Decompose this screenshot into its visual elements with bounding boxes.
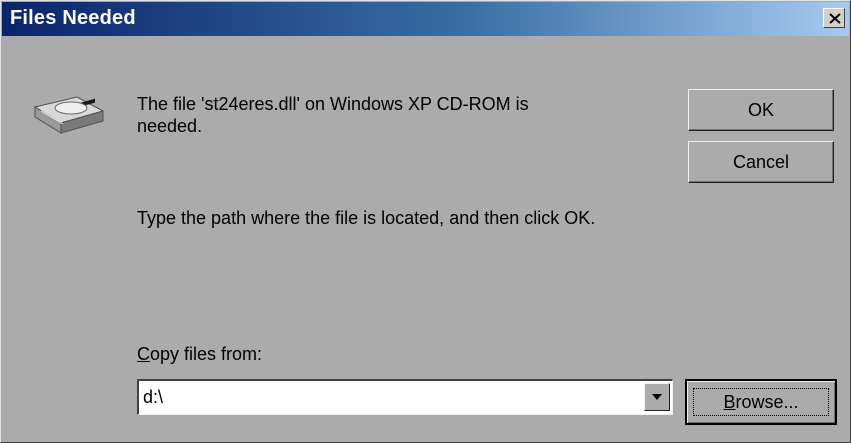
browse-focus-rect: Browse... xyxy=(693,388,829,416)
ok-button[interactable]: OK xyxy=(688,89,834,131)
close-button[interactable] xyxy=(823,8,845,28)
chevron-down-icon xyxy=(652,394,662,400)
cd-drive-icon xyxy=(33,96,105,134)
copy-label-rest: opy files from: xyxy=(150,344,263,364)
browse-label-rest: rowse... xyxy=(735,392,799,412)
browse-button[interactable]: Browse... xyxy=(685,379,837,425)
window-title: Files Needed xyxy=(10,7,136,29)
missing-file-message: The file 'st24eres.dll' on Windows XP CD… xyxy=(137,94,529,136)
copy-from-combobox[interactable]: d:\ xyxy=(137,379,673,415)
instruction-message: Type the path where the file is located,… xyxy=(137,208,596,228)
files-needed-dialog: Files Needed The file 'st24eres.dll' on … xyxy=(0,0,851,443)
copy-from-input[interactable]: d:\ xyxy=(143,387,163,408)
close-icon xyxy=(829,13,841,24)
copy-files-from-label: Copy files from: xyxy=(137,343,262,365)
cancel-button[interactable]: Cancel xyxy=(688,141,834,183)
copy-label-accelerator: C xyxy=(137,344,150,364)
browse-label-accelerator: B xyxy=(723,392,736,412)
title-bar[interactable]: Files Needed xyxy=(2,2,849,36)
dropdown-button[interactable] xyxy=(644,383,670,411)
